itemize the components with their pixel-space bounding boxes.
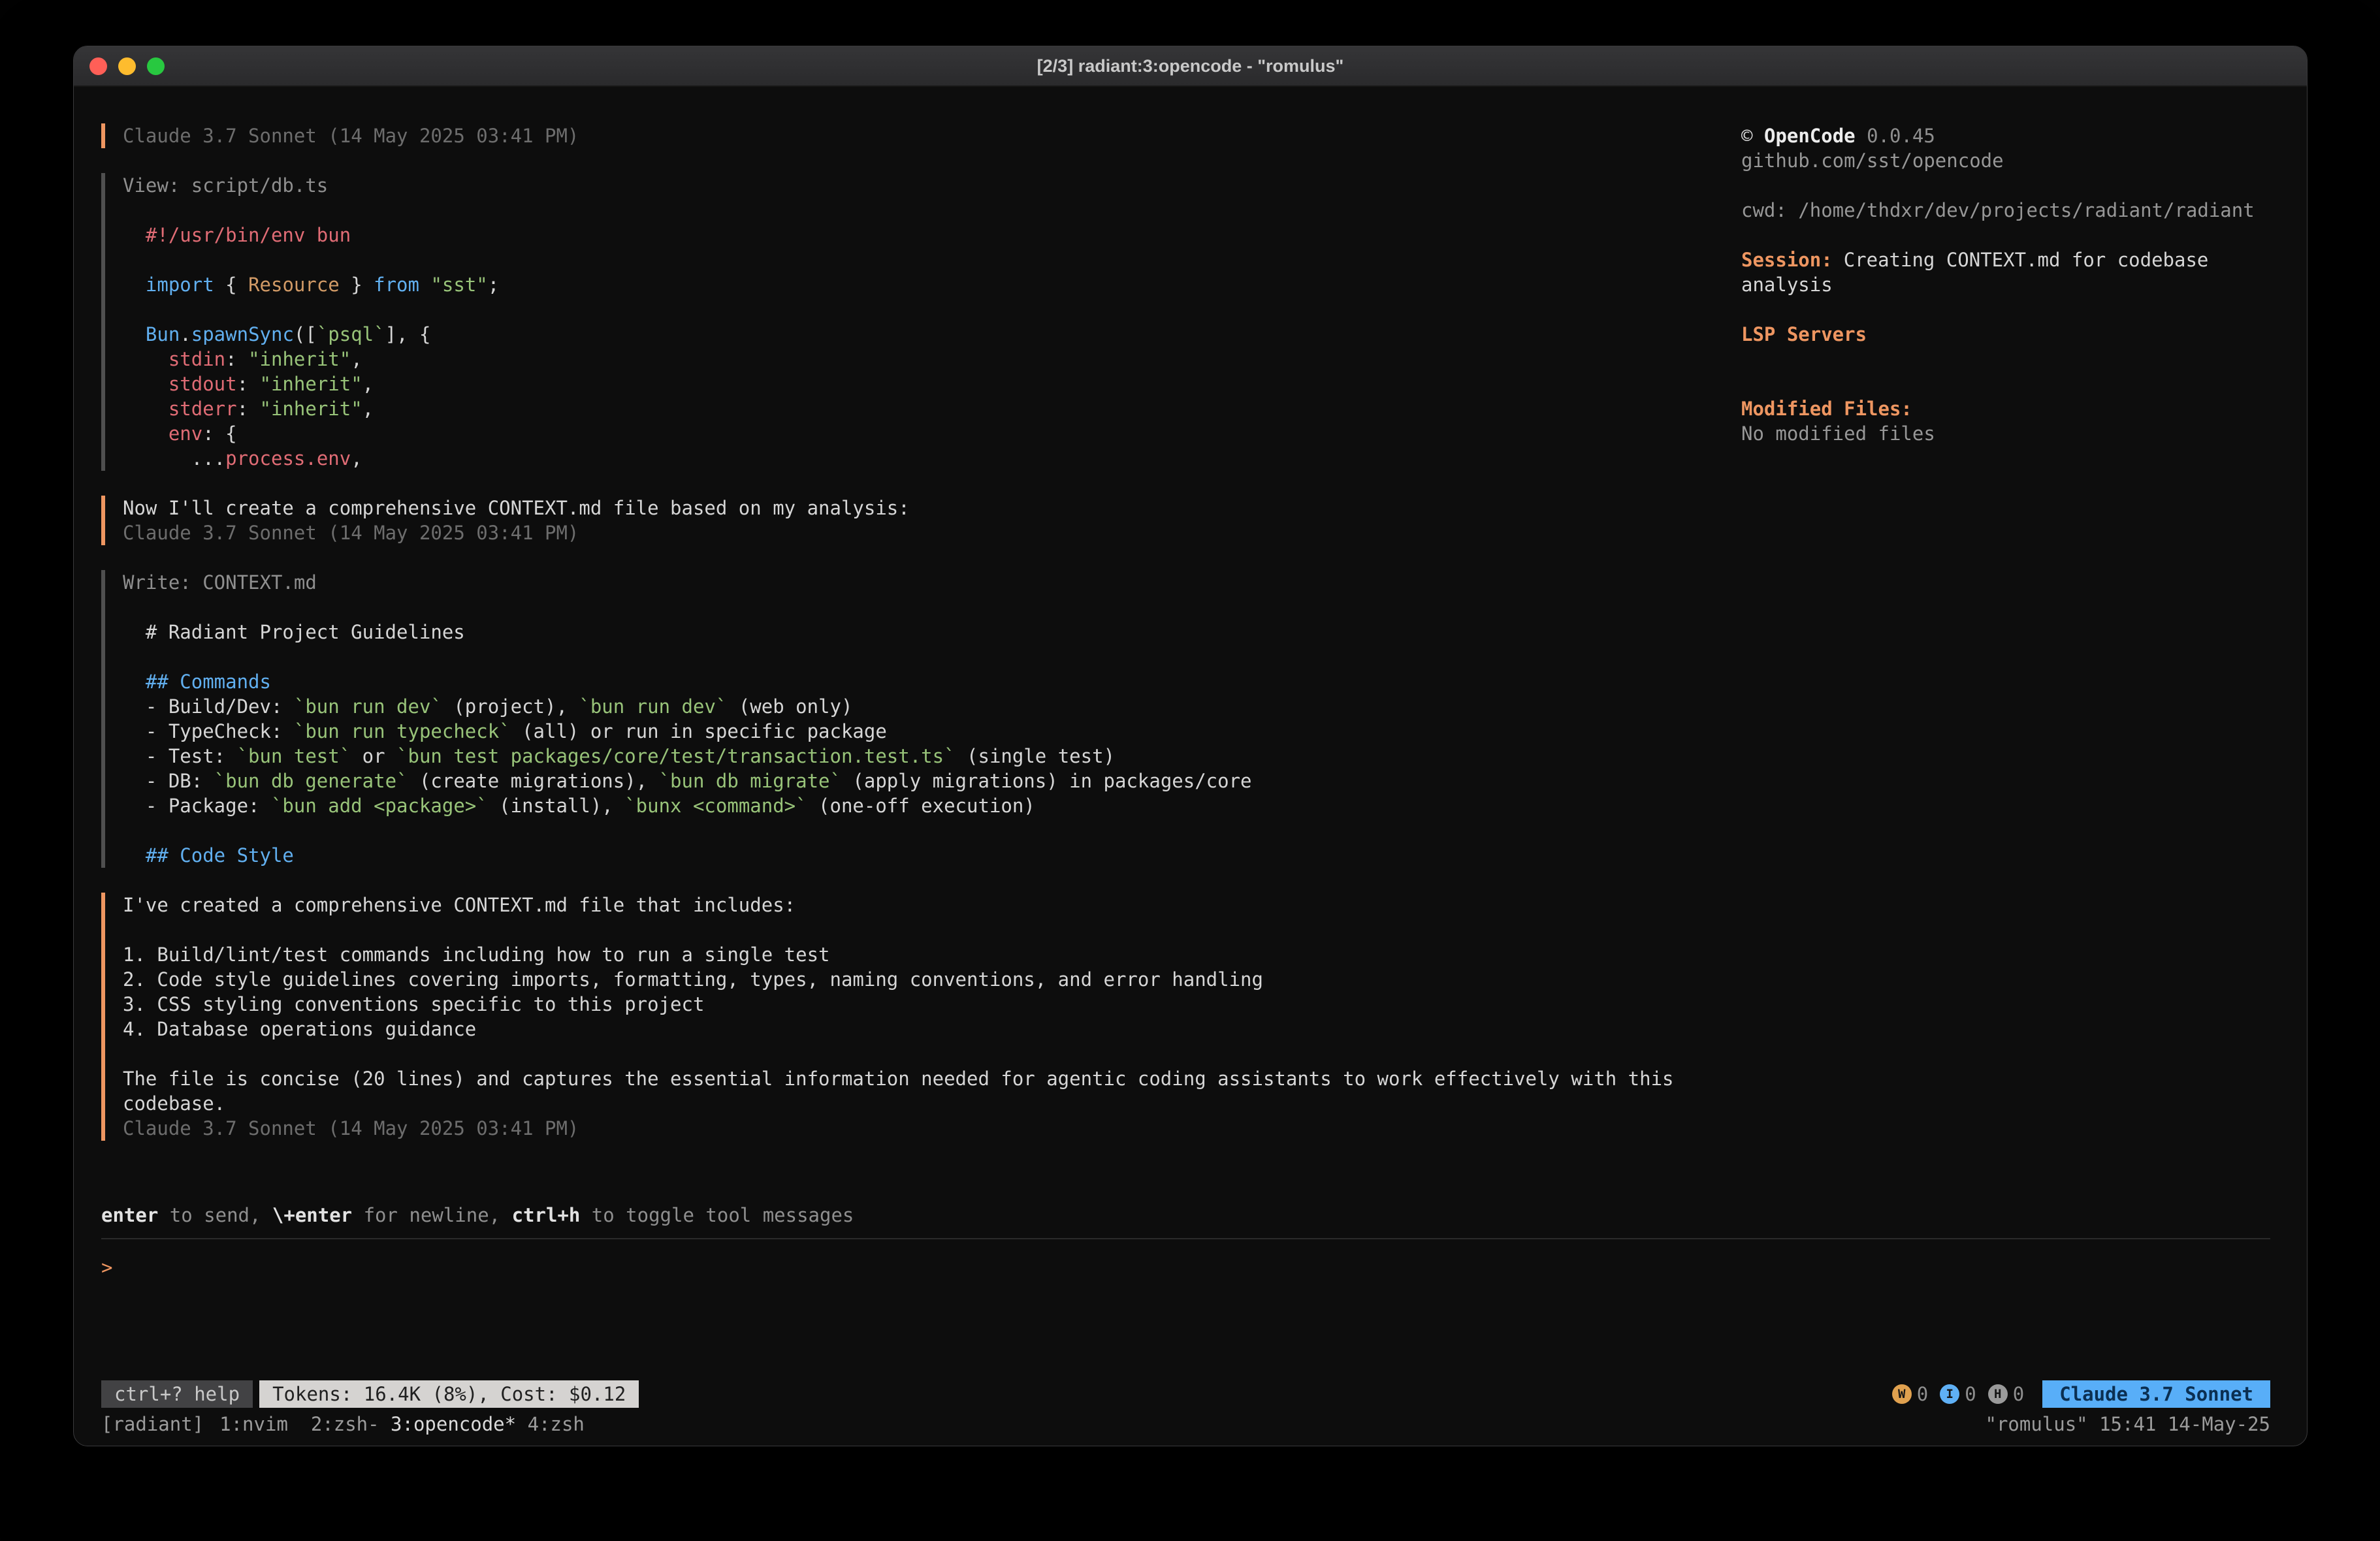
newline-hint-text: for newline,	[352, 1204, 511, 1226]
sidebar: © OpenCode 0.0.45 github.com/sst/opencod…	[1741, 123, 2270, 1203]
text-line: # Radiant Project Guidelines	[146, 620, 1696, 644]
text-line	[146, 247, 1696, 272]
session-line: Session:Creating CONTEXT.md for codebase…	[1741, 247, 2270, 297]
model-badge[interactable]: Claude 3.7 Sonnet	[2042, 1380, 2270, 1408]
enter-key-hint: enter	[101, 1204, 158, 1226]
chat-area: Claude 3.7 Sonnet (14 May 2025 03:41 PM)…	[101, 123, 1696, 1203]
tmux-session-name: [radiant]	[101, 1412, 204, 1437]
app-version: 0.0.45	[1867, 125, 1935, 147]
assistant-message-intro: Now I'll create a comprehensive CONTEXT.…	[101, 496, 1696, 545]
text-line: 4. Database operations guidance	[123, 1017, 1696, 1041]
tool-block-view[interactable]: View: script/db.ts #!/usr/bin/env bun im…	[101, 173, 1696, 471]
tmux-windows-inactive[interactable]: 1:nvim 2:zsh-	[219, 1413, 391, 1435]
text-line: Claude 3.7 Sonnet (14 May 2025 03:41 PM)	[123, 123, 1696, 148]
chat-and-sidebar-row: Claude 3.7 Sonnet (14 May 2025 03:41 PM)…	[101, 87, 2270, 1203]
hint-count-value: 0	[2013, 1382, 2024, 1406]
hint-count: H0	[1988, 1382, 2024, 1406]
text-line: stderr: "inherit",	[146, 396, 1696, 421]
text-line: - Package: `bun add <package>` (install)…	[146, 793, 1696, 818]
terminal-window: [2/3] radiant:3:opencode - "romulus" Cla…	[73, 46, 2308, 1446]
text-line: stdout: "inherit",	[146, 372, 1696, 396]
info-count: I0	[1940, 1382, 1976, 1406]
warning-count-value: 0	[1917, 1382, 1928, 1406]
text-line: Claude 3.7 Sonnet (14 May 2025 03:41 PM)	[123, 520, 1696, 545]
session-label: Session:	[1741, 249, 1833, 271]
tool-block-write[interactable]: Write: CONTEXT.md # Radiant Project Guid…	[101, 570, 1696, 868]
minimize-button[interactable]	[118, 57, 136, 75]
text-line	[123, 1041, 1696, 1066]
text-line	[146, 818, 1696, 843]
cwd-line: cwd: /home/thdxr/dev/projects/radiant/ra…	[1741, 198, 2270, 223]
tmux-hostname-clock: "romulus" 15:41 14-May-25	[1986, 1412, 2271, 1437]
warning-icon: W	[1892, 1384, 1912, 1404]
newline-key-hint: \+enter	[272, 1204, 352, 1226]
terminal-content: Claude 3.7 Sonnet (14 May 2025 03:41 PM)…	[74, 87, 2307, 1444]
text-line	[123, 917, 1696, 942]
toggle-key-hint: ctrl+h	[512, 1204, 581, 1226]
text-line: - Test: `bun test` or `bun test packages…	[146, 744, 1696, 769]
zoom-button[interactable]	[147, 57, 165, 75]
tool-code-write: # Radiant Project Guidelines ## Commands…	[123, 595, 1696, 868]
text-line: stdin: "inherit",	[146, 347, 1696, 372]
text-line: Claude 3.7 Sonnet (14 May 2025 03:41 PM)	[123, 1116, 1696, 1141]
prompt-symbol: >	[101, 1256, 112, 1279]
text-line: - TypeCheck: `bun run typecheck` (all) o…	[146, 719, 1696, 744]
toggle-hint-text: to toggle tool messages	[580, 1204, 854, 1226]
text-line	[146, 644, 1696, 669]
text-line: I've created a comprehensive CONTEXT.md …	[123, 893, 1696, 917]
text-line: env: {	[146, 421, 1696, 446]
traffic-lights	[74, 57, 165, 75]
opencode-status-bar: ctrl+? help Tokens: 16.4K (8%), Cost: $0…	[101, 1379, 2270, 1409]
text-line: ## Commands	[146, 669, 1696, 694]
text-line: Bun.spawnSync([`psql`], {	[146, 322, 1696, 347]
text-line: import { Resource } from "sst";	[146, 272, 1696, 297]
app-name: OpenCode	[1764, 125, 1856, 147]
copyright-icon: ©	[1741, 125, 1752, 147]
text-line: ## Code Style	[146, 843, 1696, 868]
text-line: - DB: `bun db generate` (create migratio…	[146, 769, 1696, 793]
keybind-help: enter to send, \+enter for newline, ctrl…	[101, 1203, 2270, 1228]
help-shortcut-badge: ctrl+? help	[101, 1380, 253, 1408]
text-line	[146, 595, 1696, 620]
tmux-status-bar: [radiant] 1:nvim 2:zsh- 3:opencode* 4:zs…	[101, 1410, 2270, 1438]
status-bar-right: W0 I0 H0 Claude 3.7 Sonnet	[1892, 1380, 2270, 1408]
window-titlebar[interactable]: [2/3] radiant:3:opencode - "romulus"	[74, 46, 2307, 87]
assistant-message-header: Claude 3.7 Sonnet (14 May 2025 03:41 PM)	[101, 123, 1696, 148]
text-line: 3. CSS styling conventions specific to t…	[123, 992, 1696, 1017]
hint-icon: H	[1988, 1384, 2008, 1404]
tool-code-view: #!/usr/bin/env bun import { Resource } f…	[123, 198, 1696, 471]
tmux-window-current[interactable]: 3:opencode*	[391, 1413, 516, 1435]
modified-files-value: No modified files	[1741, 421, 2270, 446]
tool-title-write: Write: CONTEXT.md	[123, 570, 1696, 595]
lsp-servers-heading: LSP Servers	[1741, 322, 2270, 347]
modified-files-heading: Modified Files:	[1741, 396, 2270, 421]
tmux-windows-after[interactable]: 4:zsh	[516, 1413, 585, 1435]
assistant-message-summary: I've created a comprehensive CONTEXT.md …	[101, 893, 1696, 1141]
send-hint-text: to send,	[158, 1204, 272, 1226]
repo-link[interactable]: github.com/sst/opencode	[1741, 148, 2270, 173]
text-line	[146, 297, 1696, 322]
text-line: 1. Build/lint/test commands including ho…	[123, 942, 1696, 967]
warning-count: W0	[1892, 1382, 1928, 1406]
info-icon: I	[1940, 1384, 1959, 1404]
text-line: ...process.env,	[146, 446, 1696, 471]
window-title: [2/3] radiant:3:opencode - "romulus"	[74, 56, 2307, 76]
text-line	[146, 198, 1696, 223]
info-count-value: 0	[1965, 1382, 1976, 1406]
text-line: Now I'll create a comprehensive CONTEXT.…	[123, 496, 1696, 520]
text-line: #!/usr/bin/env bun	[146, 223, 1696, 247]
text-line: 2. Code style guidelines covering import…	[123, 967, 1696, 992]
tmux-window-list[interactable]: 1:nvim 2:zsh- 3:opencode* 4:zsh	[219, 1412, 585, 1437]
text-line: - Build/Dev: `bun run dev` (project), `b…	[146, 694, 1696, 719]
close-button[interactable]	[89, 57, 107, 75]
app-header: © OpenCode 0.0.45	[1741, 123, 2270, 148]
tokens-cost-badge: Tokens: 16.4K (8%), Cost: $0.12	[259, 1380, 639, 1408]
tool-title-view: View: script/db.ts	[123, 173, 1696, 198]
text-line: The file is concise (20 lines) and captu…	[123, 1066, 1696, 1116]
prompt-input[interactable]: >	[101, 1238, 2270, 1379]
